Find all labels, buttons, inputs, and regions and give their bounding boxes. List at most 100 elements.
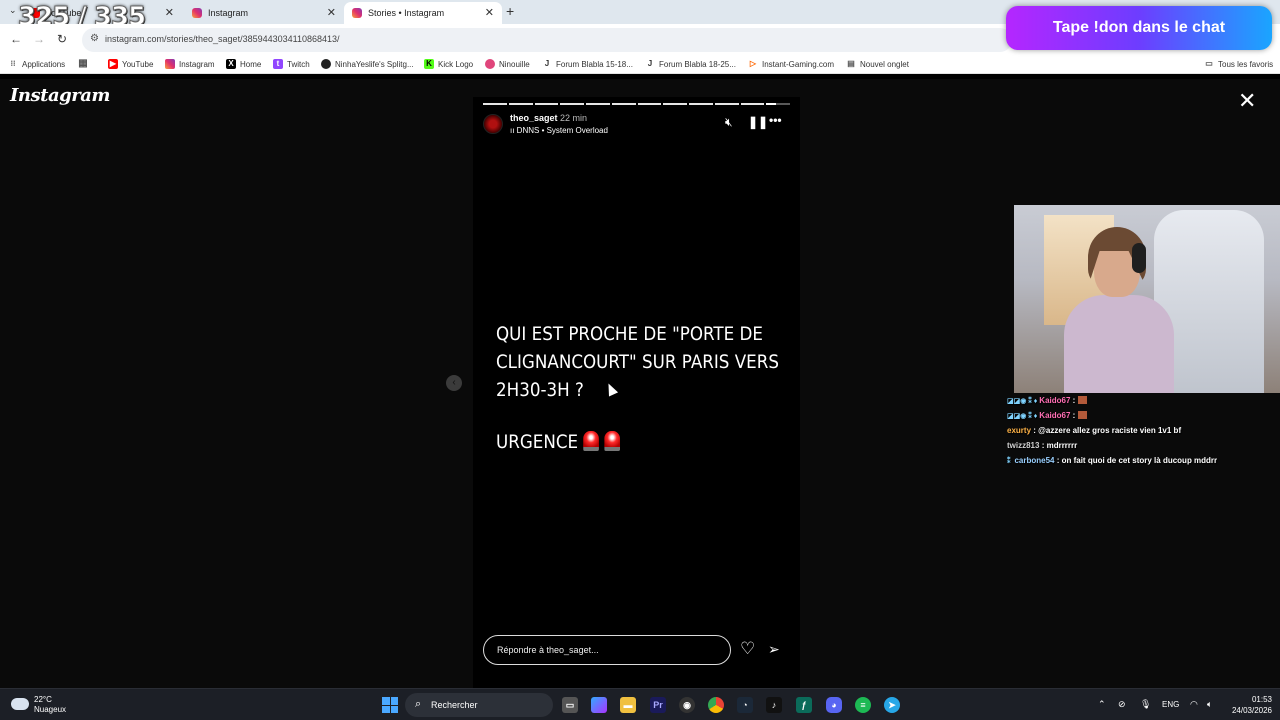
system-clock[interactable]: 01:53 24/03/2026: [1228, 694, 1272, 716]
weather-desc: Nuageux: [34, 705, 67, 714]
file-explorer-icon[interactable]: ▬: [620, 697, 636, 713]
chat-badges-icon: ◪◪◉ ⁑ ♦: [1007, 413, 1038, 420]
url-text: instagram.com/stories/theo_saget/3859443…: [105, 34, 340, 44]
bookmark-instant-gaming[interactable]: ▷ Instant-Gaming.com: [748, 59, 834, 69]
pause-icon[interactable]: ❚❚: [748, 115, 768, 129]
bookmark-youtube[interactable]: ▶ YouTube: [108, 59, 153, 69]
bookmark-label: Nouvel onglet: [860, 59, 909, 69]
bookmark-forum-15-18[interactable]: J Forum Blabla 15-18...: [542, 59, 633, 69]
chat-text: mdrrrrrr: [1046, 441, 1078, 450]
tab-stories-instagram[interactable]: Stories • Instagram ✕: [344, 2, 502, 24]
mute-icon[interactable]: 🔇︎: [725, 115, 733, 130]
circle-icon: [321, 59, 331, 69]
weather-temp: 22°C: [34, 695, 52, 704]
telegram-icon[interactable]: ➤: [884, 697, 900, 713]
cloud-icon[interactable]: [11, 698, 29, 710]
bookmark-label: NinhaYeslife's Splitg...: [335, 59, 414, 69]
new-tab-icon[interactable]: +: [506, 3, 514, 19]
spotify-icon[interactable]: ≡: [855, 697, 871, 713]
chat-message: exurty : @azzere allez gros raciste vien…: [1007, 426, 1182, 435]
close-icon[interactable]: ✕: [1238, 90, 1256, 112]
premiere-icon[interactable]: Pr: [650, 697, 666, 713]
copilot-icon[interactable]: [591, 697, 607, 713]
previous-story-icon[interactable]: ‹: [446, 375, 462, 391]
bookmark-kick[interactable]: K Kick Logo: [424, 59, 473, 69]
bookmark-label: Kick Logo: [438, 59, 474, 69]
bookmark-new-tab[interactable]: ▤ Nouvel onglet: [846, 59, 909, 69]
story-card[interactable]: theo_saget 22 min ıı DNNS • System Overl…: [473, 97, 800, 688]
bookmark-label: Ninouille: [499, 59, 530, 69]
bookmark-twitch[interactable]: t Twitch: [273, 59, 310, 69]
close-tab-icon[interactable]: ✕: [327, 6, 336, 19]
music-bars-icon: ıı: [510, 126, 517, 135]
chat-message: ⁑ carbone54 : on fait quoi de cet story …: [1007, 456, 1218, 465]
twitch-icon: t: [273, 59, 283, 69]
bookmark-home[interactable]: X Home: [226, 59, 261, 69]
obs-icon[interactable]: ◉: [679, 697, 695, 713]
microphone-icon[interactable]: 🎙︎: [1140, 699, 1151, 710]
donation-banner: Tape !don dans le chat: [1006, 6, 1272, 50]
site-info-icon[interactable]: ⚙: [90, 33, 99, 44]
story-progress-segment: [766, 103, 790, 105]
chrome-icon[interactable]: [708, 697, 724, 713]
tab-search-icon[interactable]: ⌄: [9, 5, 17, 16]
back-icon[interactable]: ←: [10, 32, 22, 46]
like-heart-icon[interactable]: ♡: [740, 640, 755, 657]
story-progress-segment: [663, 103, 687, 105]
apps-grid-button[interactable]: ▦: [78, 59, 92, 69]
address-bar[interactable]: ⚙ instagram.com/stories/theo_saget/38594…: [82, 28, 1012, 52]
story-time: 22 min: [560, 113, 588, 123]
story-text-line: QUI EST PROCHE DE "PORTE DE: [496, 323, 763, 345]
story-progress-segment: [611, 103, 636, 105]
app-icon[interactable]: ƒ: [796, 697, 812, 713]
bookmark-instagram[interactable]: Instagram: [165, 59, 215, 69]
instagram-icon: [192, 8, 202, 18]
bookmark-forum-18-25[interactable]: J Forum Blabla 18-25...: [645, 59, 736, 69]
bookmarks-bar: ⁝⁝ Applications ▦ ▶ YouTube Instagram X Hom…: [0, 56, 1280, 74]
story-progress-segment: [508, 103, 533, 105]
tray-chevron-icon[interactable]: ⌃: [1098, 699, 1106, 710]
ig-store-icon: ▷: [749, 59, 757, 68]
avatar[interactable]: [483, 114, 503, 134]
youtube-icon: ▶: [108, 59, 118, 69]
windows-start-icon[interactable]: [382, 697, 398, 713]
volume-icon[interactable]: 🔈︎: [1207, 699, 1212, 710]
discord-icon[interactable]: ◕: [826, 697, 842, 713]
tab-instagram[interactable]: Instagram ✕: [184, 2, 344, 24]
reload-icon[interactable]: ↻: [57, 32, 67, 46]
chat-badges-icon: ◪◪◉ ⁑ ♦: [1007, 398, 1038, 405]
bookmark-ninouille[interactable]: Ninouille: [485, 59, 530, 69]
story-progress-segment: [689, 103, 713, 105]
bookmark-applications[interactable]: ⁝⁝ Applications: [8, 59, 65, 69]
more-options-icon[interactable]: •••: [769, 113, 782, 127]
webcam-feed: [1014, 205, 1280, 393]
instagram-logo[interactable]: Instagram: [10, 85, 110, 106]
bookmark-label: Forum Blabla 18-25...: [659, 59, 736, 69]
tray-app-icon[interactable]: ⊘: [1118, 699, 1126, 710]
send-icon[interactable]: ➢: [768, 642, 780, 656]
bookmark-label: Instagram: [179, 59, 215, 69]
weather-widget[interactable]: 22°C Nuageux: [34, 695, 66, 715]
task-view-icon[interactable]: ▭: [562, 697, 578, 713]
close-tab-icon[interactable]: ✕: [485, 6, 494, 19]
taskbar-search[interactable]: ⌕ Rechercher: [405, 693, 553, 717]
steam-icon[interactable]: ◔: [737, 697, 753, 713]
reply-input[interactable]: Répondre à theo_saget...: [483, 635, 731, 665]
bookmark-label: Instant-Gaming.com: [762, 59, 835, 69]
language-indicator[interactable]: ENG: [1162, 700, 1179, 709]
tiktok-icon[interactable]: ♪: [766, 697, 782, 713]
bookmark-label: Forum Blabla 15-18...: [556, 59, 633, 69]
bookmark-splitgate[interactable]: NinhaYeslife's Splitg...: [321, 59, 414, 69]
x-icon: X: [226, 59, 236, 69]
headset: [1132, 243, 1146, 273]
all-bookmarks[interactable]: ▭ Tous les favoris: [1204, 59, 1273, 69]
story-username[interactable]: theo_saget: [510, 113, 558, 123]
close-tab-icon[interactable]: ✕: [165, 6, 174, 19]
story-music[interactable]: ıı DNNS • System Overload: [510, 126, 608, 135]
tab-title: Instagram: [208, 8, 249, 18]
forward-icon[interactable]: →: [33, 32, 45, 46]
chat-message: ◪◪◉ ⁑ ♦ Kaido67 :: [1007, 408, 1277, 423]
wifi-icon[interactable]: ◠: [1190, 699, 1198, 710]
kick-icon: K: [424, 59, 434, 69]
chat-text: @azzere allez gros raciste vien 1v1 bf: [1038, 426, 1182, 435]
